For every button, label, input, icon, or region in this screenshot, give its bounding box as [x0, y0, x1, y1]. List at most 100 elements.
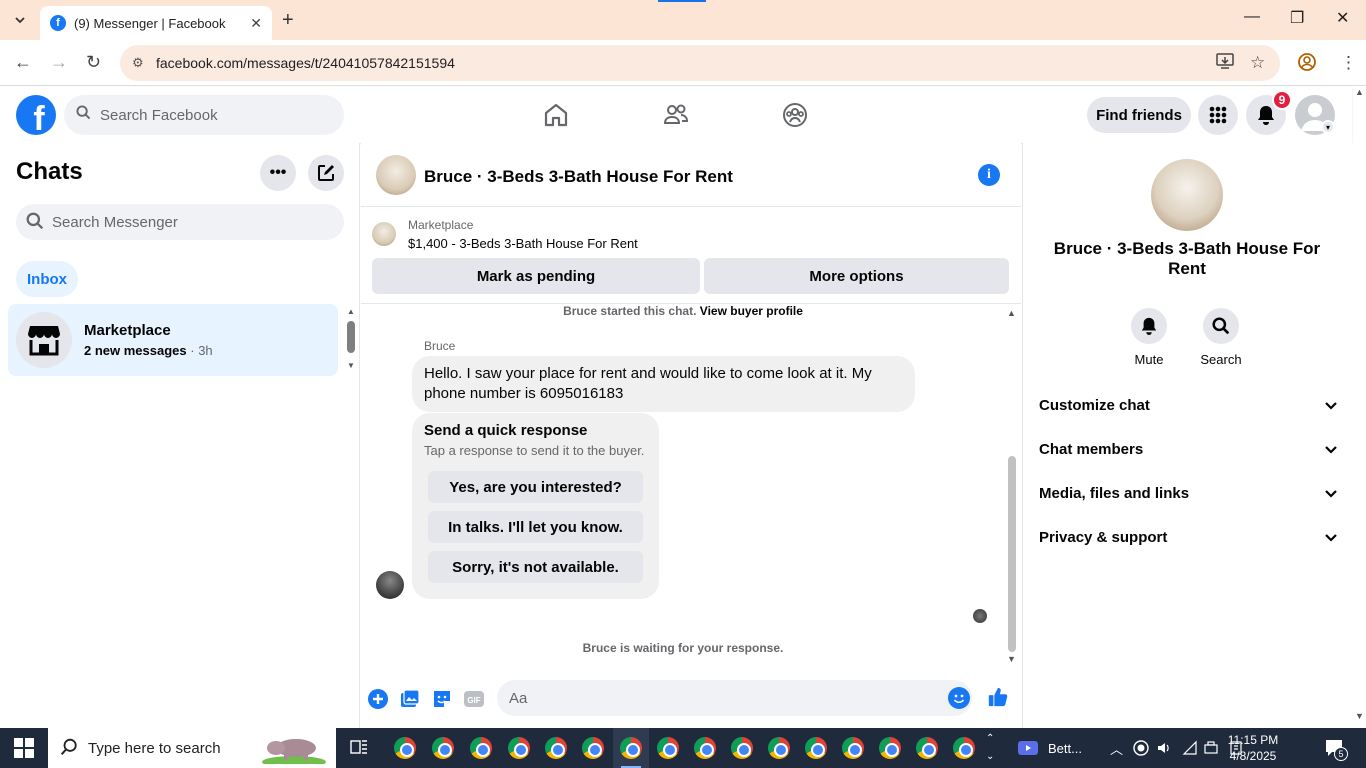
marketplace-listing-bar: Marketplace $1,400 - 3-Beds 3-Bath House… — [361, 208, 1021, 304]
chrome-taskbar-icon[interactable] — [805, 737, 827, 759]
chrome-taskbar-icon[interactable] — [394, 737, 416, 759]
chat-options-icon[interactable]: ••• — [260, 155, 296, 191]
close-window-icon[interactable]: ✕ — [1336, 8, 1349, 28]
view-buyer-profile-link[interactable]: View buyer profile — [700, 304, 803, 318]
task-view-icon[interactable] — [350, 738, 368, 761]
attach-photo-icon[interactable] — [399, 688, 421, 710]
chrome-taskbar-icon[interactable] — [953, 737, 975, 759]
browser-tab-messenger[interactable]: f (9) Messenger | Facebook ✕ — [40, 6, 272, 40]
chrome-taskbar-icon[interactable] — [620, 737, 642, 759]
tab-search-icon[interactable] — [8, 8, 32, 32]
notification-center-icon[interactable]: 5 — [1324, 738, 1348, 761]
friends-icon[interactable] — [662, 101, 690, 129]
conversation-avatar[interactable] — [376, 155, 416, 195]
restore-icon[interactable]: ❐ — [1290, 8, 1304, 28]
listing-title[interactable]: $1,400 - 3-Beds 3-Bath House For Rent — [408, 236, 638, 251]
chrome-taskbar-icon[interactable] — [470, 737, 492, 759]
chrome-taskbar-icon[interactable] — [916, 737, 938, 759]
info-icon[interactable]: i — [978, 164, 1000, 186]
taskbar-search-input[interactable]: Type here to search — [48, 728, 336, 768]
mute-action[interactable]: Mute — [1113, 308, 1185, 367]
menu-grid-icon[interactable] — [1198, 95, 1238, 135]
notification-count-badge: 5 — [1334, 747, 1348, 761]
show-hidden-icons-icon[interactable]: ︿ — [1110, 728, 1123, 768]
conversation-scrollbar[interactable]: ▲ ▼ — [1006, 308, 1018, 664]
reload-icon[interactable]: ↻ — [86, 52, 101, 73]
listing-thumbnail[interactable] — [372, 222, 396, 246]
mute-bell-icon[interactable] — [1131, 308, 1167, 344]
mark-as-pending-button[interactable]: Mark as pending — [372, 258, 700, 294]
close-tab-icon[interactable]: ✕ — [250, 15, 262, 32]
chat-list-item[interactable]: Marketplace 2 new messages · 3h — [8, 304, 338, 376]
install-app-icon[interactable] — [1216, 53, 1234, 74]
facebook-logo-icon[interactable]: f — [16, 95, 56, 135]
thumbs-up-icon[interactable] — [987, 686, 1009, 708]
chrome-taskbar-icon[interactable] — [842, 737, 864, 759]
volume-icon[interactable] — [1156, 728, 1172, 768]
page-scrollbar[interactable]: ▲ ▼ — [1353, 87, 1366, 728]
marketplace-store-icon — [16, 312, 72, 368]
forward-icon[interactable]: → — [50, 52, 68, 73]
message-input[interactable]: Aa — [497, 680, 972, 716]
quick-response-title: Send a quick response — [424, 422, 588, 439]
taskbar-overflow-icon[interactable]: ⌃ ⌄ — [986, 730, 994, 766]
new-message-icon[interactable] — [308, 155, 344, 191]
url-text: facebook.com/messages/t/2404105784215159… — [156, 55, 455, 71]
gif-icon[interactable]: GIF — [463, 688, 485, 710]
conversation-title[interactable]: Bruce · 3-Beds 3-Bath House For Rent — [424, 167, 733, 187]
chrome-taskbar-icon[interactable] — [545, 737, 567, 759]
chrome-taskbar-icon[interactable] — [768, 737, 790, 759]
more-actions-plus-icon[interactable] — [367, 688, 389, 710]
chrome-taskbar-icon[interactable] — [432, 737, 454, 759]
messenger-search-input[interactable]: Search Messenger — [16, 204, 344, 240]
recording-icon[interactable] — [1133, 728, 1149, 768]
taskbar-clock[interactable]: 11:15 PM 4/8/2025 — [1218, 732, 1288, 764]
taskbar-search-placeholder: Type here to search — [88, 739, 221, 757]
conversation-panel: Bruce · 3-Beds 3-Bath House For Rent i M… — [361, 143, 1021, 728]
clock-date: 4/8/2025 — [1229, 749, 1277, 763]
message-bubble[interactable]: Hello. I saw your place for rent and wou… — [412, 356, 915, 412]
more-options-button[interactable]: More options — [704, 258, 1009, 294]
inbox-filter-tab[interactable]: Inbox — [16, 261, 78, 297]
groups-icon[interactable] — [781, 101, 809, 129]
quick-response-button[interactable]: Yes, are you interested? — [428, 471, 643, 503]
chat-started-text: Bruce started this chat. — [563, 304, 697, 318]
search-label: Search — [1200, 352, 1242, 367]
buyer-avatar[interactable] — [376, 571, 404, 599]
windows-start-icon[interactable] — [14, 738, 34, 758]
site-info-icon[interactable]: ⚙ — [132, 55, 144, 71]
seen-indicator-avatar — [973, 609, 987, 623]
quick-response-button[interactable]: Sorry, it's not available. — [428, 551, 643, 583]
search-icon[interactable] — [1203, 308, 1239, 344]
new-tab-icon[interactable]: + — [282, 9, 294, 32]
chat-members-section[interactable]: Chat members — [1039, 437, 1337, 461]
details-avatar[interactable] — [1151, 159, 1223, 231]
home-icon[interactable] — [542, 101, 570, 129]
emoji-icon[interactable] — [948, 687, 970, 709]
quick-response-button[interactable]: In talks. I'll let you know. — [428, 511, 643, 543]
betting-app-taskbar-button[interactable]: Bett... — [1018, 728, 1082, 768]
chrome-taskbar-icon[interactable] — [657, 737, 679, 759]
minimize-icon[interactable]: — — [1244, 8, 1260, 26]
facebook-search-input[interactable]: Search Facebook — [64, 95, 344, 135]
browser-menu-icon[interactable]: ⋮ — [1340, 53, 1357, 73]
wifi-icon[interactable] — [1182, 728, 1198, 768]
back-icon[interactable]: ← — [14, 52, 32, 73]
account-chevron-down-icon[interactable]: ▾ — [1321, 120, 1335, 134]
chrome-taskbar-icon[interactable] — [694, 737, 716, 759]
chats-scrollbar[interactable]: ▲ ▼ — [346, 307, 356, 373]
sticker-icon[interactable] — [431, 688, 453, 710]
profile-icon[interactable] — [1298, 53, 1316, 76]
chrome-taskbar-icon[interactable] — [731, 737, 753, 759]
privacy-support-section[interactable]: Privacy & support — [1039, 525, 1337, 549]
search-action[interactable]: Search — [1185, 308, 1257, 367]
media-files-links-section[interactable]: Media, files and links — [1039, 481, 1337, 505]
bookmark-star-icon[interactable]: ☆ — [1250, 53, 1265, 73]
customize-chat-section[interactable]: Customize chat — [1039, 393, 1337, 417]
chrome-taskbar-icon[interactable] — [582, 737, 604, 759]
chrome-taskbar-icon[interactable] — [508, 737, 530, 759]
chrome-taskbar-icon[interactable] — [879, 737, 901, 759]
find-friends-button[interactable]: Find friends — [1087, 97, 1191, 133]
waiting-notice: Bruce is waiting for your response. — [582, 641, 784, 655]
address-bar[interactable]: ⚙ facebook.com/messages/t/24041057842151… — [120, 45, 1280, 81]
